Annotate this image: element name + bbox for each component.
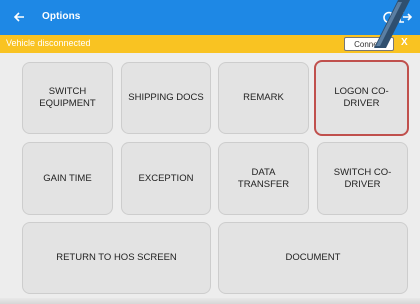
connect-button[interactable]: Connect bbox=[344, 37, 394, 51]
document-button[interactable]: DOCUMENT bbox=[218, 222, 408, 294]
connection-status-bar: Vehicle disconnected Connect X bbox=[0, 35, 420, 53]
app-bar: Options bbox=[0, 0, 420, 35]
arrow-left-icon[interactable] bbox=[12, 10, 26, 24]
data-transfer-button[interactable]: DATA TRANSFER bbox=[218, 142, 309, 215]
page-title: Options bbox=[42, 11, 81, 22]
switch-equipment-button[interactable]: SWITCH EQUIPMENT bbox=[22, 62, 113, 134]
status-message: Vehicle disconnected bbox=[6, 38, 91, 48]
exception-button[interactable]: EXCEPTION bbox=[121, 142, 211, 215]
refresh-icon[interactable] bbox=[382, 10, 396, 24]
logout-icon[interactable] bbox=[398, 10, 412, 24]
remark-button[interactable]: REMARK bbox=[218, 62, 309, 134]
options-screen: Options Vehicle disconnected Connect X S… bbox=[0, 0, 420, 304]
gain-time-button[interactable]: GAIN TIME bbox=[22, 142, 113, 215]
close-status-button[interactable]: X bbox=[401, 37, 408, 48]
return-to-hos-screen-button[interactable]: RETURN TO HOS SCREEN bbox=[22, 222, 211, 294]
logon-co-driver-button[interactable]: LOGON CO-DRIVER bbox=[314, 60, 409, 136]
switch-co-driver-button[interactable]: SWITCH CO-DRIVER bbox=[317, 142, 408, 215]
bottom-edge bbox=[0, 298, 420, 304]
shipping-docs-button[interactable]: SHIPPING DOCS bbox=[121, 62, 211, 134]
